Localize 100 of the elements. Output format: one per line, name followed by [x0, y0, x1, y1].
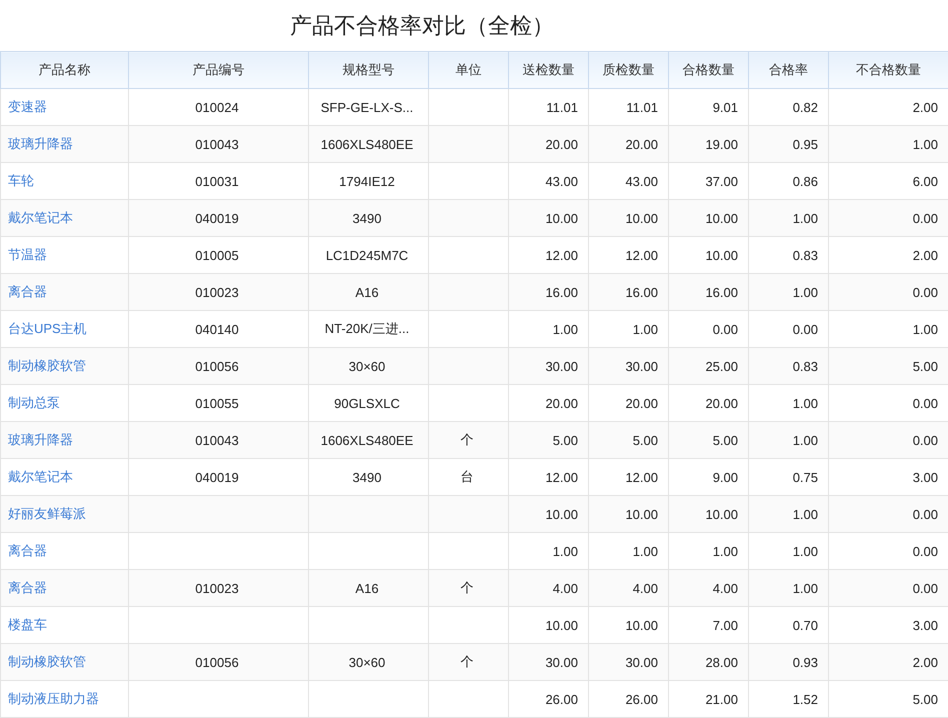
table-cell: 30.00	[625, 654, 658, 670]
table-cell: 个	[460, 654, 474, 669]
table-cell: 6.00	[912, 174, 938, 188]
table-cell: 0.00	[912, 544, 938, 558]
table-cell: 1.00	[552, 544, 578, 558]
table-cell: 3490	[352, 210, 382, 226]
table-cell: 9.01	[712, 100, 738, 114]
table-cell: 12.00	[625, 470, 658, 484]
table-cell: 9.00	[712, 470, 738, 484]
table-cell: 20.00	[545, 136, 578, 152]
product-name-link[interactable]: 离合器	[8, 284, 47, 299]
table-cell: 1.00	[632, 544, 658, 558]
table-cell: 010023	[195, 284, 239, 300]
table-cell: 20.00	[545, 396, 578, 410]
table-cell: 2.00	[912, 100, 938, 114]
table-cell: 010024	[195, 100, 239, 114]
table-cell: 0.70	[792, 618, 818, 632]
table-cell: 21.00	[705, 692, 738, 706]
table-cell: 3.00	[912, 470, 938, 484]
table-cell: 0.93	[792, 654, 818, 670]
table-cell: A16	[355, 580, 379, 596]
column-header: 产品名称	[0, 52, 128, 88]
table-cell: 43.00	[625, 174, 658, 188]
product-name-link[interactable]: 离合器	[8, 580, 47, 595]
table-cell: 5.00	[632, 432, 658, 448]
product-name-link[interactable]: 节温器	[8, 247, 47, 262]
column-header: 质检数量	[588, 52, 668, 88]
table-cell: 1.00	[792, 506, 818, 522]
table-cell: 16.00	[705, 284, 738, 300]
table-cell: 个	[460, 580, 474, 595]
table-cell: 16.00	[545, 284, 578, 300]
table-cell: 1606XLS480EE	[320, 432, 414, 448]
table-cell: 0.00	[912, 284, 938, 300]
table-cell: 0.00	[792, 322, 818, 336]
table-cell: 1.52	[792, 692, 818, 706]
table-cell: 0.00	[912, 432, 938, 448]
table-cell: 5.00	[552, 432, 578, 448]
column-header: 规格型号	[308, 52, 428, 88]
table-cell: 2.00	[912, 654, 938, 670]
table-cell: 1.00	[792, 396, 818, 410]
column-header: 不合格数量	[828, 52, 948, 88]
table-cell: 30×60	[348, 654, 386, 670]
product-name-link[interactable]: 楼盘车	[8, 617, 47, 632]
table-cell: 26.00	[625, 692, 658, 706]
table-cell: 010055	[195, 396, 239, 410]
product-name-link[interactable]: 车轮	[8, 173, 34, 188]
table-cell: 0.86	[792, 174, 818, 188]
table-cell: 0.00	[912, 506, 938, 522]
table-cell: 0.00	[712, 322, 738, 336]
table-cell: 10.00	[625, 618, 658, 632]
report-title: 产品不合格率对比（全检）	[290, 12, 554, 40]
product-name-link[interactable]: 离合器	[8, 543, 47, 558]
table-cell: NT-20K/三进...	[324, 321, 410, 336]
table-cell: 11.01	[626, 100, 658, 114]
product-name-link[interactable]: 制动总泵	[8, 395, 60, 410]
table-cell: 4.00	[712, 580, 738, 596]
table-cell: 1.00	[792, 544, 818, 558]
table-cell: 10.00	[625, 506, 658, 522]
table-cell: 10.00	[705, 248, 738, 262]
table-cell: 1.00	[632, 322, 658, 336]
column-header: 合格率	[748, 52, 828, 88]
table-cell: A16	[355, 284, 379, 300]
table-cell: 010031	[195, 174, 239, 188]
table-cell: 11.01	[546, 100, 578, 114]
table-cell: 12.00	[545, 470, 578, 484]
table-cell: 90GLSXLC	[334, 396, 400, 410]
table-cell: 1606XLS480EE	[320, 136, 414, 152]
table-cell: 040140	[195, 322, 239, 336]
table-cell: 20.00	[705, 396, 738, 410]
table-cell: 010043	[195, 136, 239, 152]
column-header: 产品编号	[128, 52, 308, 88]
table-cell: 040019	[195, 210, 239, 226]
product-name-link[interactable]: 变速器	[8, 99, 47, 114]
table-cell: 1794IE12	[339, 174, 395, 188]
table-cell: 43.00	[545, 174, 578, 188]
table-cell: 1.00	[792, 580, 818, 596]
table-cell: 30.00	[625, 358, 658, 374]
table-cell: 0.00	[912, 396, 938, 410]
table-cell: 30.00	[545, 358, 578, 374]
table-cell: 10.00	[545, 618, 578, 632]
table-cell: 10.00	[625, 210, 658, 226]
table-cell: 30.00	[545, 654, 578, 670]
table-cell: 4.00	[632, 580, 658, 596]
column-header: 单位	[428, 52, 508, 88]
table-cell: 1.00	[792, 210, 818, 226]
table-cell: 3.00	[912, 618, 938, 632]
table-cell: 10.00	[545, 210, 578, 226]
table-cell: 个	[460, 432, 474, 447]
table-cell: 5.00	[912, 692, 938, 706]
table-cell: 26.00	[545, 692, 578, 706]
table-cell: 1.00	[792, 284, 818, 300]
table-cell: 0.75	[792, 470, 818, 484]
table-cell: 2.00	[912, 248, 938, 262]
table-cell: 010056	[195, 358, 239, 374]
table-cell: 台	[460, 469, 474, 484]
table-cell: 1.00	[912, 322, 938, 336]
table-cell: 0.82	[792, 100, 818, 114]
table-cell: 12.00	[625, 248, 658, 262]
table-cell: 1.00	[912, 136, 938, 152]
table-cell: 10.00	[545, 506, 578, 522]
